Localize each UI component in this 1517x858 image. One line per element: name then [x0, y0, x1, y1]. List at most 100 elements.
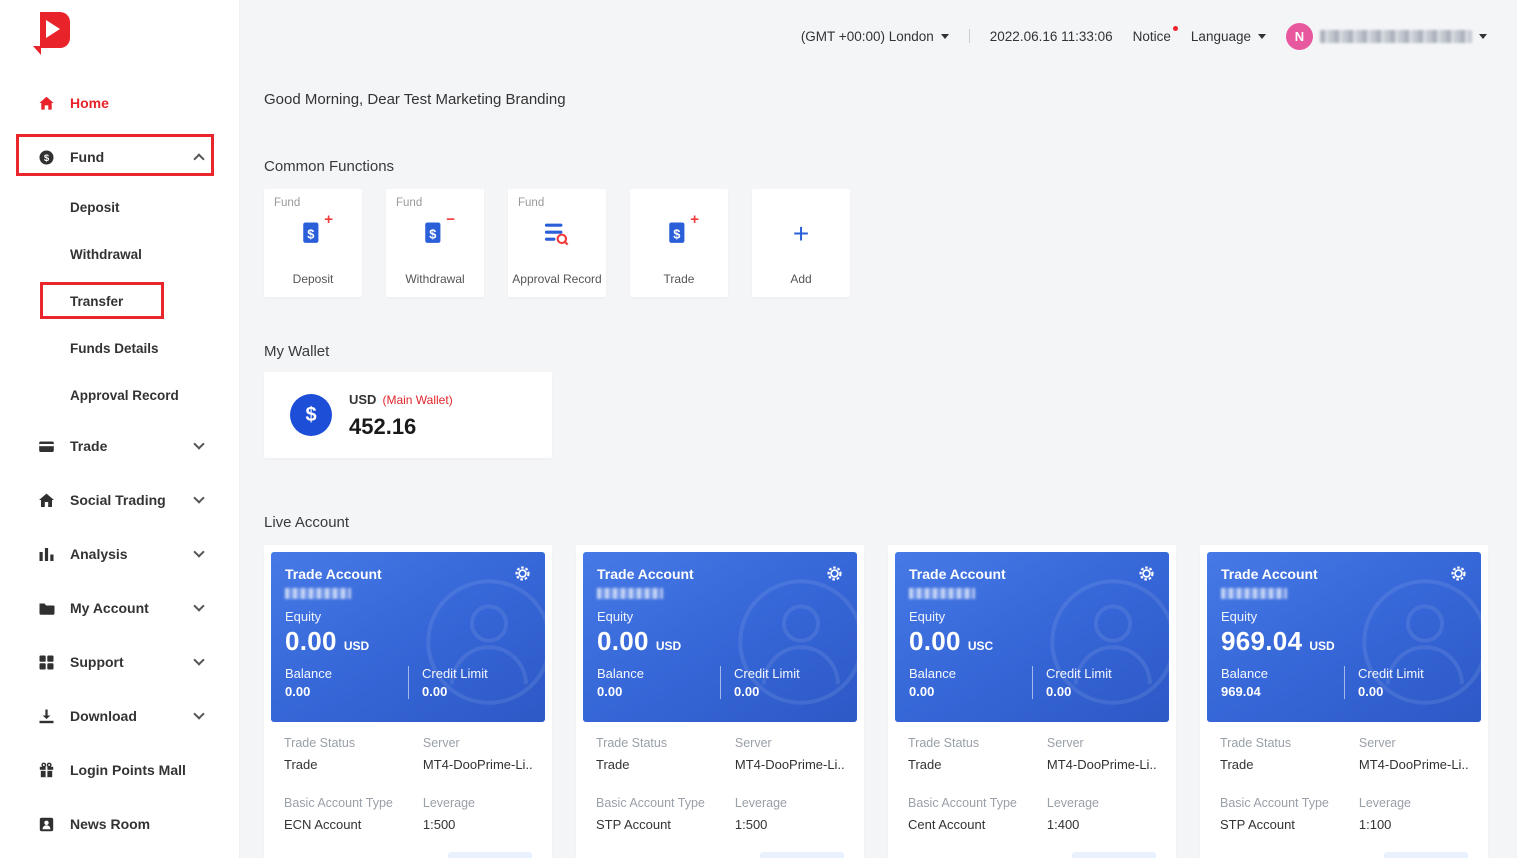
- leverage-value: 1:100: [1359, 817, 1468, 832]
- common-functions-row: Fund $ + Deposit Fund $ − Withdrawal Fun…: [264, 189, 1493, 297]
- add-icon: +: [786, 219, 816, 249]
- gear-icon[interactable]: [1450, 565, 1467, 582]
- equity-label: Equity: [909, 609, 1155, 624]
- account-number-redacted: [909, 588, 975, 599]
- chevron-down-icon: [193, 492, 204, 503]
- sidebar-item-approval-record[interactable]: Approval Record: [0, 372, 239, 419]
- equity-value: 0.00: [285, 626, 337, 657]
- live-account-row: Trade Account Equity 0.00 USD Balance 0.…: [264, 545, 1493, 858]
- brand-logo[interactable]: [28, 10, 74, 63]
- account-details: Trade StatusTrade ServerMT4-DooPrime-Li.…: [271, 722, 545, 858]
- account-summary-panel: Trade Account Equity 0.00 USD Balance 0.…: [271, 552, 545, 722]
- sidebar-item-funds-details[interactable]: Funds Details: [0, 325, 239, 372]
- card-label: Approval Record: [508, 272, 606, 286]
- quick-action-withdrawal[interactable]: Fund $ − Withdrawal: [386, 189, 484, 297]
- sidebar-item-withdrawal[interactable]: Withdrawal: [0, 231, 239, 278]
- notice-label: Notice: [1133, 29, 1171, 44]
- timezone-selector[interactable]: (GMT +00:00) London: [801, 29, 949, 44]
- sidebar-item-news-room[interactable]: News Room: [0, 797, 239, 851]
- quick-action-approval-record[interactable]: Fund Approval Record: [508, 189, 606, 297]
- web-trade-button[interactable]: Web Trade: [448, 852, 532, 858]
- leverage-label: Leverage: [1047, 796, 1156, 810]
- wallet-card[interactable]: $ USD(Main Wallet) 452.16: [264, 372, 552, 458]
- notification-dot: [1173, 26, 1178, 31]
- sidebar: Home $ Fund Deposit Withdrawal Transfer …: [0, 0, 240, 858]
- topbar: (GMT +00:00) London 2022.06.16 11:33:06 …: [240, 0, 1517, 72]
- sidebar-item-home[interactable]: Home: [0, 76, 239, 130]
- equity-label: Equity: [597, 609, 843, 624]
- quick-action-add[interactable]: + Add: [752, 189, 850, 297]
- sidebar-item-my-account[interactable]: My Account: [0, 581, 239, 635]
- credit-limit-value: 0.00: [422, 684, 531, 699]
- sidebar-item-label: Support: [70, 654, 124, 670]
- trade-status-value: Trade: [1220, 757, 1359, 772]
- server-value: MT4-DooPrime-Li...: [423, 757, 532, 772]
- sidebar-item-login-points-mall[interactable]: Login Points Mall: [0, 743, 239, 797]
- gear-icon[interactable]: [826, 565, 843, 582]
- chevron-down-icon: [941, 34, 949, 39]
- language-selector[interactable]: Language: [1191, 29, 1266, 44]
- chevron-down-icon: [193, 438, 204, 449]
- chevron-down-icon: [1258, 34, 1266, 39]
- account-details: Trade StatusTrade ServerMT4-DooPrime-Li.…: [583, 722, 857, 858]
- account-type-value: ECN Account: [284, 817, 423, 832]
- withdrawal-icon: $ −: [420, 219, 450, 249]
- quick-action-deposit[interactable]: Fund $ + Deposit: [264, 189, 362, 297]
- sidebar-item-deposit[interactable]: Deposit: [0, 184, 239, 231]
- sidebar-item-trade[interactable]: Trade: [0, 419, 239, 473]
- account-card-title: Trade Account: [1221, 566, 1318, 582]
- web-trade-button[interactable]: Web Trade: [1072, 852, 1156, 858]
- gear-icon[interactable]: [514, 565, 531, 582]
- account-summary-panel: Trade Account Equity 0.00 USC Balance 0.…: [895, 552, 1169, 722]
- leverage-value: 1:500: [735, 817, 844, 832]
- gift-icon: [38, 762, 55, 779]
- balance-value: 969.04: [1221, 684, 1344, 699]
- chevron-down-icon: [193, 708, 204, 719]
- analysis-icon: [38, 546, 55, 563]
- quick-action-trade[interactable]: $ + Trade: [630, 189, 728, 297]
- live-account-card: Trade Account Equity 0.00 USD Balance 0.…: [576, 545, 864, 858]
- download-icon: [38, 708, 55, 725]
- user-menu[interactable]: N: [1286, 23, 1487, 50]
- sidebar-subitem-label: Funds Details: [70, 341, 159, 356]
- account-summary-panel: Trade Account Equity 969.04 USD Balance …: [1207, 552, 1481, 722]
- web-trade-button[interactable]: Web Trade: [760, 852, 844, 858]
- plus-badge-icon: +: [324, 212, 333, 227]
- equity-currency: USC: [968, 639, 993, 653]
- trade-status-value: Trade: [284, 757, 423, 772]
- account-type-value: STP Account: [596, 817, 735, 832]
- card-label: Trade: [630, 272, 728, 286]
- sidebar-item-analysis[interactable]: Analysis: [0, 527, 239, 581]
- server-value: MT4-DooPrime-Li...: [735, 757, 844, 772]
- home-icon: [38, 95, 55, 112]
- social-trading-icon: [38, 492, 55, 509]
- greeting-text: Good Morning, Dear Test Marketing Brandi…: [264, 91, 1493, 108]
- sidebar-item-fund[interactable]: $ Fund: [0, 130, 239, 184]
- sidebar-item-label: News Room: [70, 816, 150, 832]
- sidebar-item-label: Trade: [70, 438, 107, 454]
- gear-icon[interactable]: [1138, 565, 1155, 582]
- web-trade-button[interactable]: Web Trade: [1384, 852, 1468, 858]
- avatar: N: [1286, 23, 1313, 50]
- sidebar-item-label: Analysis: [70, 546, 128, 562]
- chevron-down-icon: [193, 600, 204, 611]
- sidebar-item-support[interactable]: Support: [0, 635, 239, 689]
- sidebar-item-social-trading[interactable]: Social Trading: [0, 473, 239, 527]
- svg-text:$: $: [44, 153, 50, 164]
- live-account-title: Live Account: [264, 514, 1493, 531]
- sidebar-subitem-label: Withdrawal: [70, 247, 142, 262]
- notice-button[interactable]: Notice: [1133, 29, 1171, 44]
- trade-status-label: Trade Status: [596, 736, 735, 750]
- equity-currency: USD: [344, 639, 369, 653]
- server-value: MT4-DooPrime-Li...: [1359, 757, 1468, 772]
- topbar-divider: [969, 29, 970, 43]
- sidebar-subitem-label: Transfer: [70, 294, 123, 309]
- leverage-label: Leverage: [423, 796, 532, 810]
- wallet-tag: (Main Wallet): [382, 393, 452, 407]
- sidebar-item-download[interactable]: Download: [0, 689, 239, 743]
- balance-value: 0.00: [285, 684, 408, 699]
- credit-limit-value: 0.00: [1046, 684, 1155, 699]
- card-label: Add: [752, 272, 850, 286]
- plus-badge-icon: +: [690, 212, 699, 227]
- sidebar-item-transfer[interactable]: Transfer: [0, 278, 239, 325]
